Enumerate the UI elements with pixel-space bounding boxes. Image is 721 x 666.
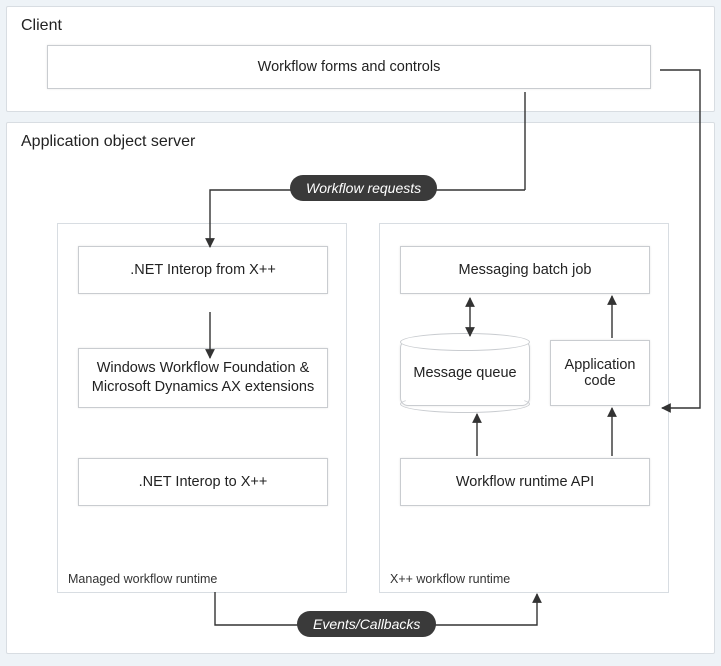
- net-interop-to-label: .NET Interop to X++: [139, 474, 268, 490]
- workflow-requests-pill: Workflow requests: [290, 175, 437, 201]
- aos-panel: Application object server Workflow reque…: [6, 122, 715, 654]
- workflow-runtime-api-box: Workflow runtime API: [400, 458, 650, 506]
- wwf-box: Windows Workflow Foundation & Microsoft …: [78, 348, 328, 408]
- workflow-runtime-api-label: Workflow runtime API: [456, 474, 594, 490]
- message-queue-label: Message queue: [413, 365, 516, 381]
- events-callbacks-label: Events/Callbacks: [313, 616, 420, 632]
- messaging-batch-label: Messaging batch job: [459, 262, 592, 278]
- net-interop-from-box: .NET Interop from X++: [78, 246, 328, 294]
- messaging-batch-box: Messaging batch job: [400, 246, 650, 294]
- application-code-label: Application code: [559, 357, 641, 389]
- message-queue-box: Message queue: [400, 340, 530, 406]
- events-callbacks-pill: Events/Callbacks: [297, 611, 436, 637]
- wwf-label: Windows Workflow Foundation & Microsoft …: [87, 359, 319, 397]
- xpp-runtime-panel: Messaging batch job Message queue Applic…: [379, 223, 669, 593]
- net-interop-to-box: .NET Interop to X++: [78, 458, 328, 506]
- workflow-requests-label: Workflow requests: [306, 180, 421, 196]
- workflow-forms-label: Workflow forms and controls: [258, 59, 441, 75]
- xpp-runtime-label: X++ workflow runtime: [390, 572, 510, 586]
- managed-runtime-panel: .NET Interop from X++ Windows Workflow F…: [57, 223, 347, 593]
- application-code-box: Application code: [550, 340, 650, 406]
- managed-runtime-label: Managed workflow runtime: [68, 572, 217, 586]
- aos-title: Application object server: [21, 133, 700, 151]
- client-title: Client: [21, 17, 700, 35]
- client-panel: Client Workflow forms and controls: [6, 6, 715, 112]
- net-interop-from-label: .NET Interop from X++: [130, 262, 276, 278]
- workflow-forms-box: Workflow forms and controls: [47, 45, 651, 89]
